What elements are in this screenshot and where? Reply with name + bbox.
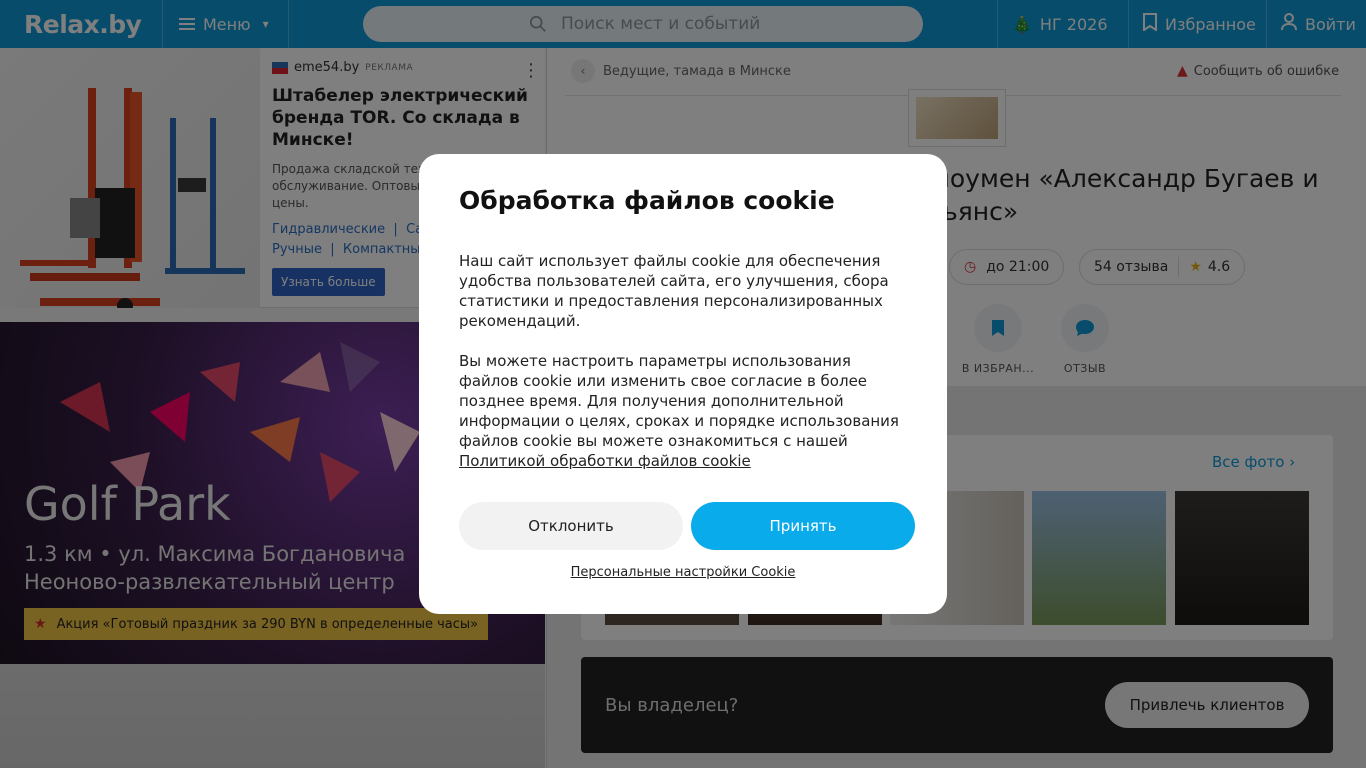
cookie-dialog: Обработка файлов cookie Наш сайт использ… bbox=[419, 154, 947, 614]
accept-button[interactable]: Принять bbox=[691, 502, 915, 550]
cookie-paragraph: Вы можете настроить параметры использова… bbox=[459, 351, 907, 471]
cookie-settings-link[interactable]: Персональные настройки Cookie bbox=[419, 565, 947, 580]
cookie-policy-link[interactable]: Политикой обработки файлов cookie bbox=[459, 452, 751, 470]
decline-button[interactable]: Отклонить bbox=[459, 502, 683, 550]
cookie-paragraph-text: Вы можете настроить параметры использова… bbox=[459, 352, 899, 450]
cookie-paragraph: Наш сайт использует файлы cookie для обе… bbox=[459, 252, 889, 330]
cookie-title: Обработка файлов cookie bbox=[459, 186, 835, 215]
